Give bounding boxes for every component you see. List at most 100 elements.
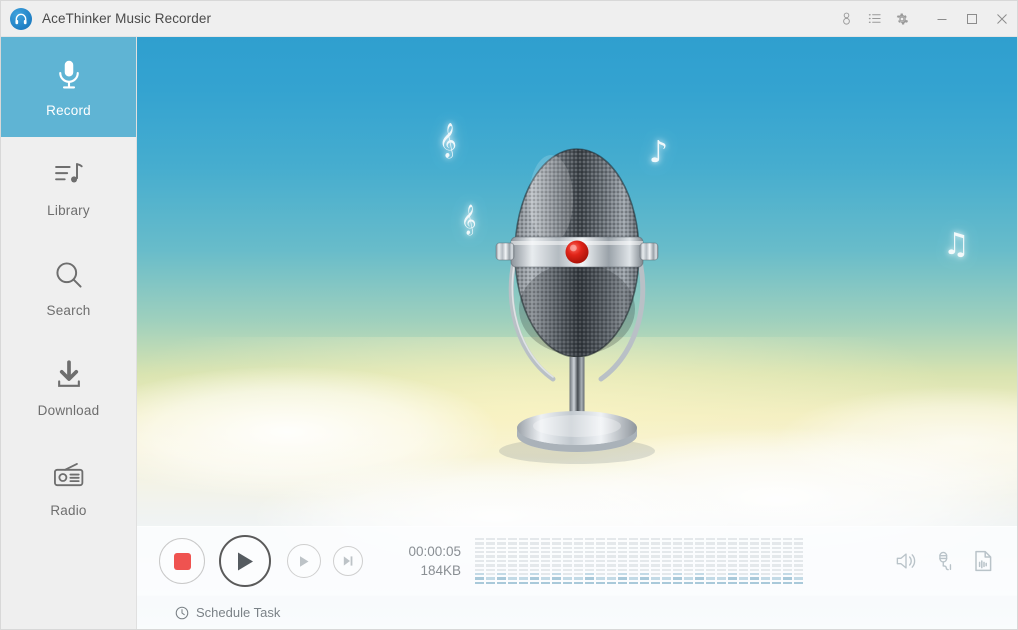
- visualizer-segment: [706, 572, 715, 576]
- visualizer-segment: [772, 577, 781, 580]
- visualizer-segment: [673, 538, 682, 541]
- visualizer-segment: [695, 542, 704, 545]
- sidebar-item-radio[interactable]: Radio: [1, 437, 136, 537]
- visualizer-segment: [706, 564, 715, 567]
- visualizer-segment: [596, 577, 605, 580]
- visualizer-segment: [596, 581, 605, 584]
- visualizer-segment: [684, 559, 693, 563]
- visualizer-segment: [717, 577, 726, 580]
- list-icon[interactable]: [861, 4, 887, 34]
- visualizer-segment: [552, 564, 561, 567]
- visualizer-segment: [684, 542, 693, 545]
- visualizer-bar: [662, 538, 671, 584]
- audio-file-icon[interactable]: [973, 550, 993, 572]
- visualizer-segment: [497, 559, 506, 563]
- visualizer-segment: [629, 546, 638, 550]
- visualizer-segment: [794, 546, 803, 550]
- schedule-task-button[interactable]: Schedule Task: [175, 605, 280, 620]
- visualizer-segment: [717, 542, 726, 545]
- visualizer-segment: [618, 538, 627, 541]
- visualizer-segment: [585, 572, 594, 576]
- play-alt-button[interactable]: [287, 544, 321, 578]
- visualizer-segment: [541, 546, 550, 550]
- visualizer-segment: [739, 581, 748, 584]
- visualizer-segment: [728, 546, 737, 550]
- warm-glow: [137, 337, 1017, 517]
- visualizer-segment: [574, 577, 583, 580]
- visualizer-bar: [552, 538, 561, 584]
- visualizer-segment: [717, 572, 726, 576]
- visualizer-segment: [717, 555, 726, 558]
- visualizer-segment: [486, 568, 495, 571]
- visualizer-segment: [662, 559, 671, 563]
- account-icon[interactable]: [833, 4, 859, 34]
- visualizer-segment: [530, 555, 539, 558]
- visualizer-segment: [563, 581, 572, 584]
- visualizer-segment: [706, 577, 715, 580]
- visualizer-segment: [750, 572, 759, 576]
- visualizer-segment: [574, 572, 583, 576]
- play-button[interactable]: [219, 535, 271, 587]
- visualizer-segment: [563, 564, 572, 567]
- sidebar-item-search[interactable]: Search: [1, 237, 136, 337]
- visualizer-segment: [596, 568, 605, 571]
- visualizer-segment: [728, 568, 737, 571]
- visualizer-segment: [486, 551, 495, 554]
- maximize-button[interactable]: [957, 2, 987, 36]
- visualizer-segment: [717, 581, 726, 584]
- visualizer-segment: [475, 538, 484, 541]
- visualizer-segment: [783, 572, 792, 576]
- visualizer-segment: [761, 581, 770, 584]
- visualizer-segment: [486, 542, 495, 545]
- visualizer-segment: [794, 538, 803, 541]
- close-button[interactable]: [987, 2, 1017, 36]
- visualizer-segment: [519, 542, 528, 545]
- visualizer-segment: [508, 546, 517, 550]
- visualizer-segment: [651, 546, 660, 550]
- visualizer-segment: [508, 542, 517, 545]
- visualizer-segment: [794, 577, 803, 580]
- microphone-input-icon[interactable]: [935, 551, 955, 571]
- visualizer-segment: [519, 564, 528, 567]
- visualizer-segment: [530, 568, 539, 571]
- visualizer-segment: [563, 551, 572, 554]
- visualizer-bar: [717, 538, 726, 584]
- next-button[interactable]: [333, 546, 363, 576]
- stop-button[interactable]: [159, 538, 205, 584]
- visualizer-bar: [563, 538, 572, 584]
- visualizer-segment: [640, 546, 649, 550]
- visualizer-segment: [772, 568, 781, 571]
- speaker-icon[interactable]: [895, 551, 917, 571]
- gear-icon[interactable]: [889, 4, 915, 34]
- visualizer-segment: [717, 546, 726, 550]
- visualizer-segment: [739, 564, 748, 567]
- visualizer-segment: [750, 564, 759, 567]
- visualizer-bar: [486, 538, 495, 584]
- visualizer-segment: [673, 559, 682, 563]
- visualizer-bar: [761, 538, 770, 584]
- minimize-button[interactable]: [927, 2, 957, 36]
- treble-clef-note: 𝄞: [461, 205, 477, 235]
- visualizer-segment: [640, 581, 649, 584]
- sidebar-item-record[interactable]: Record: [1, 37, 136, 137]
- visualizer-segment: [596, 551, 605, 554]
- visualizer-segment: [508, 564, 517, 567]
- visualizer-segment: [519, 551, 528, 554]
- status-bar: Schedule Task: [137, 595, 1017, 629]
- visualizer-segment: [486, 538, 495, 541]
- visualizer-segment: [662, 564, 671, 567]
- visualizer-segment: [783, 555, 792, 558]
- visualizer-segment: [585, 538, 594, 541]
- visualizer-segment: [486, 555, 495, 558]
- visualizer-segment: [772, 551, 781, 554]
- title-bar-actions: [833, 4, 915, 34]
- visualizer-segment: [673, 568, 682, 571]
- sidebar-item-library[interactable]: Library: [1, 137, 136, 237]
- play-small-icon: [300, 555, 309, 567]
- visualizer-segment: [728, 538, 737, 541]
- visualizer-segment: [761, 572, 770, 576]
- visualizer-segment: [596, 559, 605, 563]
- visualizer-segment: [530, 551, 539, 554]
- visualizer-segment: [552, 577, 561, 580]
- sidebar-item-download[interactable]: Download: [1, 337, 136, 437]
